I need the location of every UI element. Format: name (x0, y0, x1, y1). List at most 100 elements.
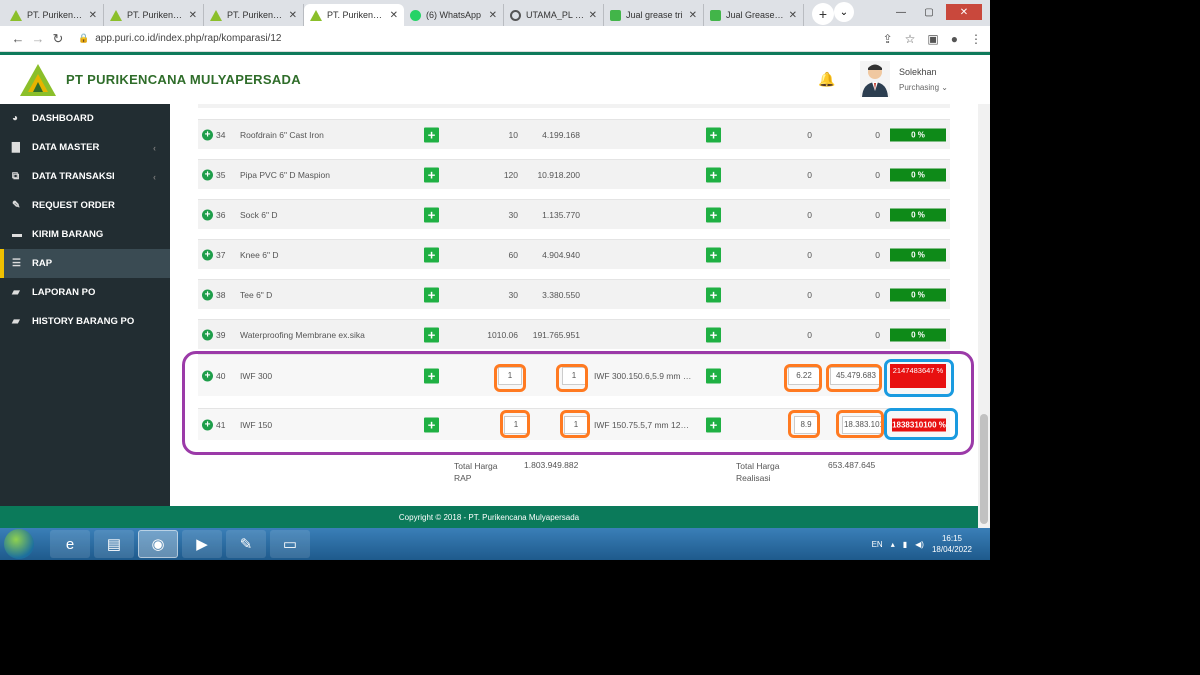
close-tab-icon[interactable]: ✕ (489, 10, 497, 21)
highlight-orange-box (784, 364, 822, 392)
network-icon[interactable]: ▮ (903, 540, 907, 549)
close-tab-icon[interactable]: ✕ (689, 10, 697, 21)
book-icon: ▰ (12, 287, 20, 298)
tab-search-icon[interactable]: ⌄ (834, 2, 854, 22)
media-player-icon[interactable]: ▶ (182, 530, 222, 558)
sidebar-item-dashboard[interactable]: ◕ DASHBOARD (0, 104, 170, 133)
sidebar-item-label: RAP (32, 258, 53, 269)
browser-tab[interactable]: Jual grease tri ✕ (604, 4, 704, 26)
company-logo-icon (20, 63, 56, 96)
add-rap-button[interactable]: + (424, 247, 439, 262)
close-tab-icon[interactable]: ✕ (89, 10, 97, 21)
bookmark-star-icon[interactable]: ☆ (905, 32, 916, 46)
row-number: 39 (216, 329, 226, 340)
add-realisasi-button[interactable]: + (706, 167, 721, 182)
dashboard-icon: ◕ (12, 113, 19, 124)
scrollbar-thumb[interactable] (980, 414, 988, 524)
realisasi-qty: 0 (807, 249, 812, 260)
close-tab-icon[interactable]: ✕ (390, 10, 398, 21)
remote-desktop-icon[interactable]: ▭ (270, 530, 310, 558)
browser-tab[interactable]: PT. Purikencana ✕ (4, 4, 104, 26)
page-scrollbar[interactable] (978, 104, 990, 528)
close-tab-icon[interactable]: ✕ (589, 10, 597, 21)
expand-row-icon[interactable]: + (202, 129, 213, 140)
browser-tab[interactable]: Jual Grease Tri ✕ (704, 4, 804, 26)
expand-row-icon[interactable]: + (202, 329, 213, 340)
add-realisasi-button[interactable]: + (706, 247, 721, 262)
language-indicator[interactable]: EN (872, 540, 883, 549)
rap-price: 191.765.951 (532, 329, 580, 340)
highlight-blue-box (884, 359, 954, 397)
close-tab-icon[interactable]: ✕ (289, 10, 297, 21)
user-name[interactable]: Solekhan (899, 67, 937, 77)
total-realisasi-label: Total Harga Realisasi (736, 461, 780, 483)
browser-tab[interactable]: (6) WhatsApp ✕ (404, 4, 504, 26)
maximize-icon[interactable]: ▢ (918, 4, 940, 20)
browser-tab[interactable]: PT. Purikencana ✕ (304, 4, 404, 26)
add-realisasi-button[interactable]: + (706, 327, 721, 342)
clock[interactable]: 16:15 18/04/2022 (932, 533, 972, 555)
start-button[interactable] (4, 529, 34, 559)
profile-icon[interactable]: ● (951, 32, 958, 46)
share-icon[interactable]: ⇪ (883, 32, 893, 46)
puri-favicon-icon (310, 9, 322, 21)
item-name: Sock 6" D (240, 209, 278, 220)
browser-tab[interactable]: PT. Purikencana ✕ (104, 4, 204, 26)
close-window-icon[interactable]: ✕ (946, 4, 982, 20)
expand-row-icon[interactable]: + (202, 209, 213, 220)
back-icon[interactable]: ← (8, 31, 28, 46)
sidebar-item-request-order[interactable]: ✎ REQUEST ORDER (0, 191, 170, 220)
add-rap-button[interactable]: + (424, 167, 439, 182)
add-realisasi-button[interactable]: + (706, 207, 721, 222)
percentage-badge: 0 % (890, 208, 946, 221)
close-tab-icon[interactable]: ✕ (189, 10, 197, 21)
reload-icon[interactable]: ↻ (48, 31, 68, 47)
add-rap-button[interactable]: + (424, 207, 439, 222)
table-row: +39 Waterproofing Membrane ex.sika +1010.0… (198, 319, 950, 349)
expand-row-icon[interactable]: + (202, 249, 213, 260)
percentage-badge: 0 % (890, 288, 946, 301)
rap-price: 4.199.168 (542, 129, 580, 140)
internet-explorer-icon[interactable]: e (50, 530, 90, 558)
highlight-blue-box (884, 408, 958, 440)
puri-favicon-icon (110, 9, 122, 21)
menu-kebab-icon[interactable]: ⋮ (970, 32, 982, 46)
sidebar-item-history-barang-po[interactable]: ▰ HISTORY BARANG PO (0, 307, 170, 336)
highlight-orange-box (788, 410, 820, 438)
paint-icon[interactable]: ✎ (226, 530, 266, 558)
address-bar[interactable]: 🔒 app.puri.co.id/index.php/rap/komparasi… (78, 29, 873, 49)
close-tab-icon[interactable]: ✕ (789, 10, 797, 21)
avatar[interactable] (860, 61, 890, 97)
puri-favicon-icon (210, 9, 222, 21)
forward-icon[interactable]: → (28, 31, 48, 46)
add-rap-button[interactable]: + (424, 327, 439, 342)
sidebar-item-data-transaksi[interactable]: ⧉ DATA TRANSAKSI ‹ (0, 162, 170, 191)
clock-date: 18/04/2022 (931, 545, 972, 554)
sidebar-item-kirim-barang[interactable]: ▬ KIRIM BARANG (0, 220, 170, 249)
browser-tab[interactable]: PT. Purikencana ✕ (204, 4, 304, 26)
table-row: +37 Knee 6" D +60 4.904.940 +0 0 0 % (198, 239, 950, 269)
minimize-icon[interactable]: — (890, 4, 912, 20)
sidebar-item-data-master[interactable]: ▇ DATA MASTER ‹ (0, 133, 170, 162)
add-rap-button[interactable]: + (424, 287, 439, 302)
notification-bell-icon[interactable]: 🔔 (818, 71, 835, 88)
add-realisasi-button[interactable]: + (706, 127, 721, 142)
new-tab-button[interactable]: + (812, 3, 834, 25)
volume-icon[interactable]: ◀) (915, 540, 924, 549)
file-explorer-icon[interactable]: ▤ (94, 530, 134, 558)
expand-row-icon[interactable]: + (202, 169, 213, 180)
row-number: 37 (216, 249, 226, 260)
add-rap-button[interactable]: + (424, 127, 439, 142)
highlight-orange-box (500, 410, 530, 438)
sidebar-item-label: KIRIM BARANG (32, 229, 104, 240)
side-panel-icon[interactable]: ▣ (927, 32, 938, 46)
expand-row-icon[interactable]: + (202, 289, 213, 300)
tab-title: (6) WhatsApp (426, 10, 482, 20)
sidebar-item-laporan-po[interactable]: ▰ LAPORAN PO (0, 278, 170, 307)
chrome-icon[interactable]: ◉ (138, 530, 178, 558)
copy-icon: ⧉ (12, 171, 20, 182)
browser-tab[interactable]: UTAMA_PL MI ✕ (504, 4, 604, 26)
add-realisasi-button[interactable]: + (706, 287, 721, 302)
tray-arrow-icon[interactable]: ▴ (891, 540, 895, 549)
sidebar-item-rap[interactable]: ☰ RAP (0, 249, 170, 278)
